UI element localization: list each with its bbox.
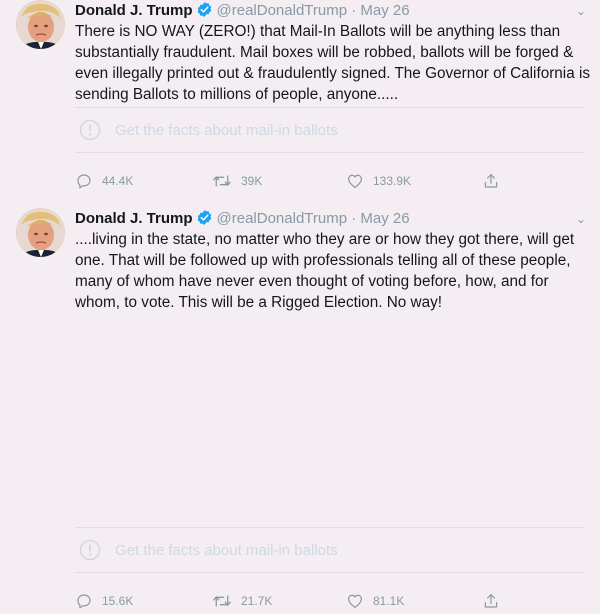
reply-count: 15.6K bbox=[102, 594, 134, 608]
retweet-icon bbox=[213, 595, 231, 607]
reply-button[interactable]: 44.4K bbox=[75, 172, 133, 190]
reply-icon bbox=[77, 594, 91, 609]
heart-icon bbox=[348, 594, 362, 608]
author-name[interactable]: Donald J. Trump bbox=[75, 210, 193, 227]
fact-check-label: Get the facts about mail-in ballots bbox=[115, 121, 338, 139]
exclamation-circle-icon bbox=[79, 539, 101, 561]
fact-check-label: Get the facts about mail-in ballots bbox=[115, 541, 338, 559]
retweet-button[interactable]: 39K bbox=[212, 172, 262, 190]
like-count: 81.1K bbox=[373, 594, 405, 608]
separator-dot: · bbox=[351, 2, 357, 19]
retweet-icon bbox=[213, 175, 231, 187]
tweet-date[interactable]: May 26 bbox=[360, 2, 409, 19]
exclamation-circle-icon bbox=[79, 119, 101, 141]
retweet-count: 39K bbox=[241, 174, 263, 188]
tweet-header: Donald J. Trump @realDonaldTrump · May 26… bbox=[75, 208, 590, 230]
share-button[interactable] bbox=[482, 172, 509, 190]
author-name[interactable]: Donald J. Trump bbox=[75, 2, 193, 19]
share-icon bbox=[484, 174, 498, 188]
chevron-down-icon[interactable]: ⌄ bbox=[576, 0, 586, 22]
share-button[interactable] bbox=[482, 592, 509, 610]
tweet-text: ....living in the state, no matter who t… bbox=[75, 231, 575, 311]
share-icon bbox=[484, 594, 498, 608]
tweet-actions: 15.6K 21.7K 81.1K bbox=[75, 592, 595, 614]
reply-button[interactable]: 15.6K bbox=[75, 592, 133, 610]
retweet-button[interactable]: 21.7K bbox=[212, 592, 272, 610]
retweet-count: 21.7K bbox=[241, 594, 273, 608]
fact-check-link[interactable]: Get the facts about mail-in ballots bbox=[75, 527, 585, 573]
reply-icon bbox=[77, 174, 91, 189]
tweet-text: There is NO WAY (ZERO!) that Mail-In Bal… bbox=[75, 23, 591, 103]
author-handle[interactable]: @realDonaldTrump bbox=[217, 210, 348, 227]
like-count: 133.9K bbox=[373, 174, 412, 188]
tweet-header: Donald J. Trump @realDonaldTrump · May 26… bbox=[75, 0, 590, 22]
avatar[interactable] bbox=[16, 208, 65, 257]
tweet-date[interactable]: May 26 bbox=[360, 210, 409, 227]
chevron-down-icon[interactable]: ⌄ bbox=[576, 208, 586, 230]
tweet-actions: 44.4K 39K 133.9K bbox=[75, 172, 595, 194]
avatar[interactable] bbox=[16, 0, 65, 49]
like-button[interactable]: 133.9K bbox=[346, 172, 411, 190]
heart-icon bbox=[348, 174, 362, 188]
separator-dot: · bbox=[351, 210, 357, 227]
like-button[interactable]: 81.1K bbox=[346, 592, 404, 610]
reply-count: 44.4K bbox=[102, 174, 134, 188]
fact-check-link[interactable]: Get the facts about mail-in ballots bbox=[75, 107, 585, 153]
author-handle[interactable]: @realDonaldTrump bbox=[217, 2, 348, 19]
